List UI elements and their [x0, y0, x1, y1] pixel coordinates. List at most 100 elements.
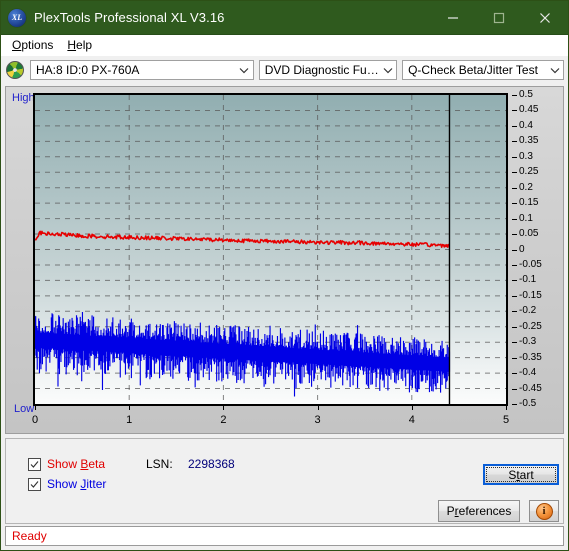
y-tick-mark: [512, 110, 517, 112]
x-tick-mark: [317, 406, 319, 410]
app-logo-icon: XL: [8, 8, 26, 27]
y-tick-label: 0.3: [519, 150, 533, 162]
y-tick-mark: [512, 234, 517, 236]
window-controls: [430, 1, 568, 34]
y-tick-mark: [512, 326, 517, 328]
show-jitter-label: Show Jitter: [47, 477, 107, 491]
x-axis: 0 1 2 3 4 5: [6, 406, 563, 430]
y-tick-label: -0.25: [519, 320, 542, 332]
show-beta-row[interactable]: Show Beta: [28, 457, 105, 471]
menu-item-options[interactable]: Options: [7, 37, 62, 53]
info-icon: i: [535, 502, 553, 520]
y-tick-label: 0.15: [519, 197, 539, 209]
y-tick-mark: [512, 141, 517, 143]
y-tick-mark: [512, 295, 517, 297]
x-tick-label: 1: [126, 414, 133, 426]
show-beta-checkbox[interactable]: [28, 457, 41, 471]
drive-select-value: HA:8 ID:0 PX-760A: [36, 63, 140, 77]
y-tick-label: 0: [519, 243, 525, 255]
plot-canvas: [35, 95, 506, 404]
show-jitter-row[interactable]: Show Jitter: [28, 477, 106, 491]
controls-panel: Show Beta Show Jitter LSN: 2298368 Start…: [5, 438, 564, 524]
x-tick-mark: [129, 406, 131, 410]
y-tick-label: 0.1: [519, 212, 533, 224]
disc-icon: [6, 61, 24, 79]
y-tick-mark: [512, 125, 517, 127]
x-tick-label: 3: [314, 414, 321, 426]
y-tick-label: 0.35: [519, 135, 539, 147]
axis-label-high: High: [12, 92, 35, 104]
selector-toolbar: HA:8 ID:0 PX-760A DVD Diagnostic Functio…: [1, 56, 568, 84]
close-icon[interactable]: [522, 1, 568, 34]
x-tick-label: 4: [408, 414, 415, 426]
y-tick-mark: [512, 218, 517, 220]
y-tick-label: -0.05: [519, 258, 542, 270]
y-tick-label: -0.3: [519, 336, 537, 348]
show-jitter-checkbox[interactable]: [28, 477, 41, 491]
x-tick-mark: [35, 406, 36, 410]
title-bar: XL PlexTools Professional XL V3.16: [1, 1, 568, 35]
y-tick-mark: [512, 203, 517, 205]
start-button-label: Start: [508, 467, 534, 482]
y-tick-label: 0.45: [519, 104, 539, 116]
x-tick-label: 5: [502, 414, 510, 426]
y-tick-label: 0.4: [519, 119, 533, 131]
x-tick-mark: [223, 406, 225, 410]
y-tick-mark: [512, 388, 517, 390]
menu-item-options-label: ptions: [21, 38, 54, 52]
y-tick-mark: [512, 373, 517, 375]
info-button[interactable]: i: [529, 500, 559, 522]
x-tick-label: 2: [220, 414, 227, 426]
minimize-icon[interactable]: [430, 1, 476, 34]
y-axis: 0.5 0.45 0.4 0.35 0.3 0.25 0.2 0.15 0.1 0.05 0 -0.0…: [512, 87, 552, 414]
menu-bar: Options Help: [1, 35, 568, 56]
x-tick-label: 0: [31, 414, 39, 426]
beta-jitter-plot: [33, 93, 508, 406]
y-tick-label: -0.15: [519, 289, 542, 301]
y-tick-mark: [512, 311, 517, 313]
menu-item-help[interactable]: Help: [62, 37, 101, 53]
function-select-value: DVD Diagnostic Functions: [264, 63, 380, 77]
x-tick-mark: [411, 406, 413, 410]
drive-select[interactable]: HA:8 ID:0 PX-760A: [30, 60, 254, 80]
y-tick-mark: [512, 156, 517, 158]
y-tick-label: 0.25: [519, 166, 539, 178]
y-tick-label: 0.2: [519, 181, 533, 193]
y-tick-label: -0.2: [519, 305, 537, 317]
preferences-button[interactable]: Preferences: [438, 500, 520, 522]
window-title: PlexTools Professional XL V3.16: [34, 10, 225, 25]
preferences-button-label: Preferences: [446, 504, 512, 518]
chevron-down-icon: [546, 67, 563, 74]
y-tick-label: -0.1: [519, 274, 537, 286]
x-tick-mark: [506, 406, 507, 410]
plextools-window: XL PlexTools Professional XL V3.16 Optio…: [0, 0, 569, 551]
chevron-down-icon: [379, 67, 396, 74]
lsn-value: 2298368: [188, 457, 235, 471]
app-logo-text: XL: [11, 13, 23, 22]
y-tick-mark: [512, 95, 517, 96]
show-beta-label: Show Beta: [47, 457, 106, 471]
maximize-icon[interactable]: [476, 1, 522, 34]
test-select[interactable]: Q-Check Beta/Jitter Test: [402, 60, 564, 80]
chevron-down-icon: [236, 67, 253, 74]
y-tick-mark: [512, 280, 517, 282]
y-tick-label: 0.05: [519, 228, 539, 240]
y-tick-label: -0.35: [519, 351, 542, 363]
y-tick-mark: [512, 342, 517, 344]
test-select-value: Q-Check Beta/Jitter Test: [408, 63, 538, 77]
y-tick-mark: [512, 357, 517, 359]
y-tick-label: -0.4: [519, 367, 537, 379]
y-tick-mark: [512, 172, 517, 174]
y-tick-label: 0.5: [519, 89, 533, 100]
status-bar: Ready: [5, 526, 564, 546]
start-button[interactable]: Start: [483, 464, 559, 485]
y-tick-mark: [512, 249, 517, 251]
lsn-label: LSN:: [146, 457, 173, 471]
status-text: Ready: [12, 529, 47, 543]
y-tick-mark: [512, 187, 517, 189]
y-tick-label: -0.45: [519, 382, 542, 394]
y-tick-mark: [512, 404, 517, 405]
y-tick-mark: [512, 264, 517, 266]
function-select[interactable]: DVD Diagnostic Functions: [258, 60, 398, 80]
chart-panel: High Low 0.5 0.45 0.4 0.35 0.3 0.25 0.2 0.15 0.1…: [5, 86, 564, 434]
